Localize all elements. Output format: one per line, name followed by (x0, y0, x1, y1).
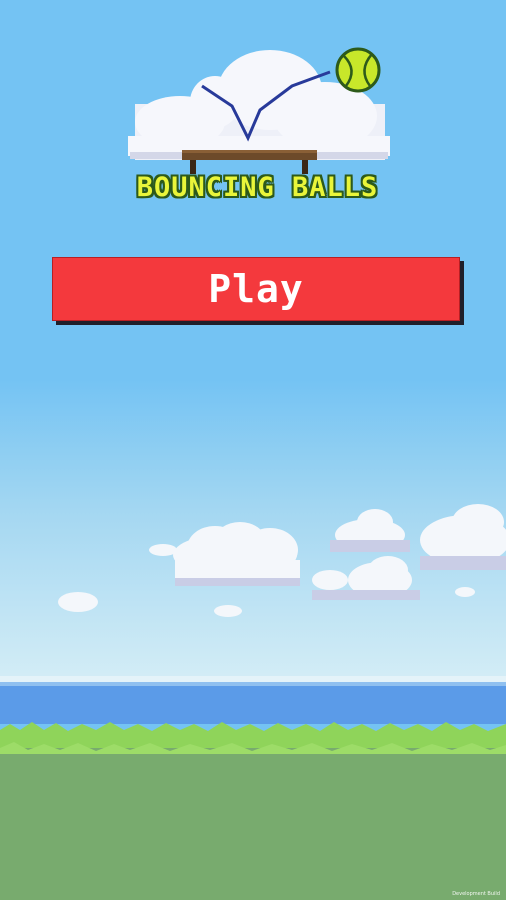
sea (0, 682, 506, 724)
build-label: Development Build (452, 891, 500, 897)
game-title: BOUNCING BALLS (136, 172, 379, 203)
play-button-label: Play (208, 267, 304, 311)
game-logo: BOUNCING BALLS (120, 40, 395, 210)
horizon (0, 676, 506, 682)
game-screen: BOUNCING BALLS Play Development Build (0, 0, 506, 900)
play-button[interactable]: Play (52, 257, 460, 321)
grass-field (0, 748, 506, 900)
trampoline-icon (182, 150, 317, 174)
tennis-ball-icon (335, 47, 381, 93)
logo-art (128, 47, 390, 174)
